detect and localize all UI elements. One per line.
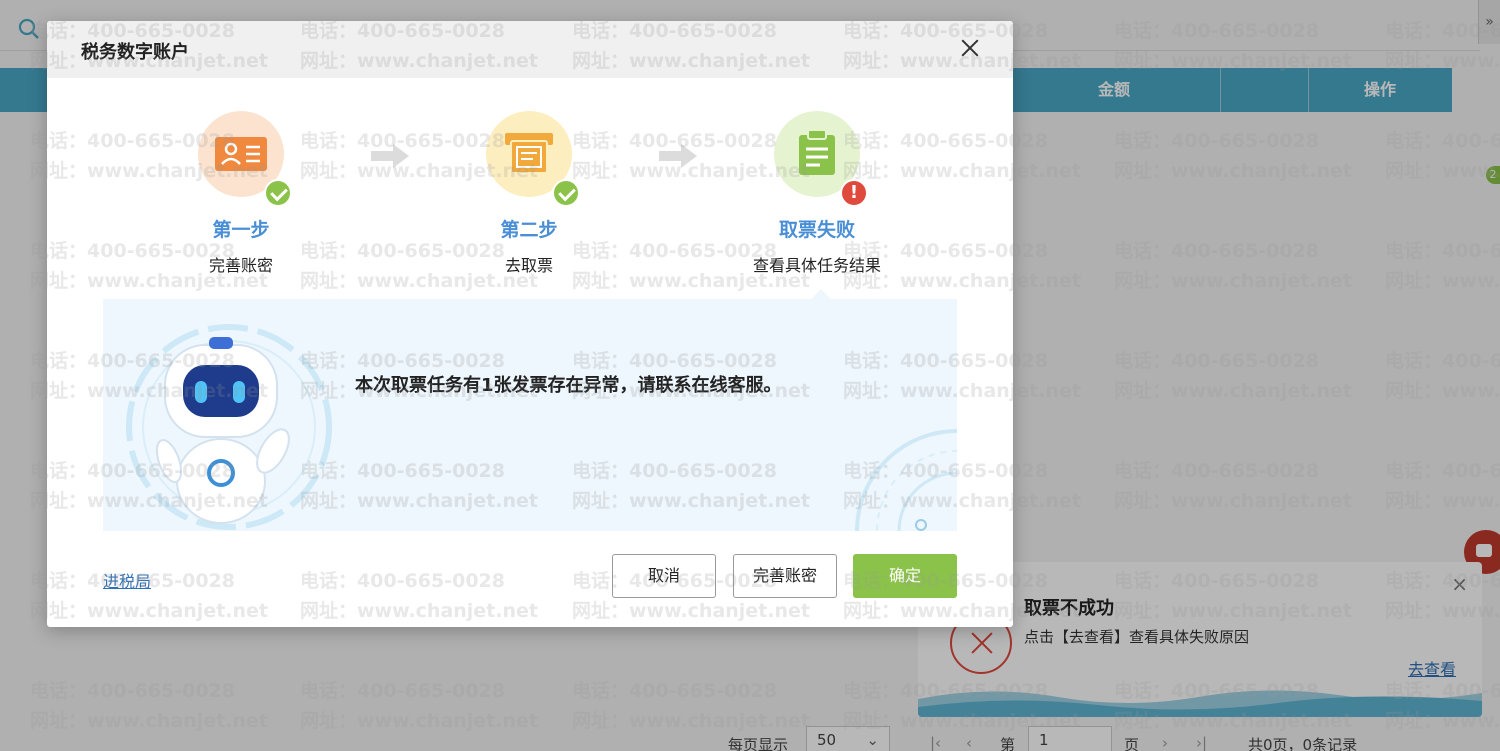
cancel-button[interactable]: 取消 [612,554,716,598]
invoice-machine-icon [486,111,580,207]
step-3-desc: 查看具体任务结果 [752,256,881,275]
dialog-header: 税务数字账户 [47,21,1013,78]
tax-digital-account-dialog: 税务数字账户 第一步 完善账密 第二步 去取票 ! 取票失败 查看具体任务结果 … [47,21,1013,627]
step-1-desc: 完善账密 [208,256,273,275]
robot-mascot-icon [126,324,332,530]
step-1: 第一步 完善账密 [141,111,341,276]
step-3: ! 取票失败 查看具体任务结果 [717,111,917,276]
confirm-button[interactable]: 确定 [853,554,957,598]
panel-pointer [811,289,831,299]
complete-account-button[interactable]: 完善账密 [733,554,837,598]
step-2-title: 第二步 [500,219,558,241]
check-icon [264,179,292,207]
step-arrow-icon [371,144,409,168]
clipboard-icon: ! [774,111,868,207]
step-arrow-icon [659,144,697,168]
error-icon: ! [840,179,868,207]
account-card-icon [198,111,292,207]
result-message: 本次取票任务有1张发票存在异常，请联系在线客服。 [355,375,782,396]
step-2: 第二步 去取票 [429,111,629,276]
step-2-desc: 去取票 [504,256,553,275]
step-1-title: 第一步 [212,219,270,241]
check-icon [552,179,580,207]
radar-decoration [855,429,957,531]
step-3-title: 取票失败 [778,219,855,241]
dialog-title: 税务数字账户 [81,42,189,63]
close-icon[interactable] [957,35,983,61]
go-to-tax-bureau-link[interactable]: 进税局 [103,568,151,592]
